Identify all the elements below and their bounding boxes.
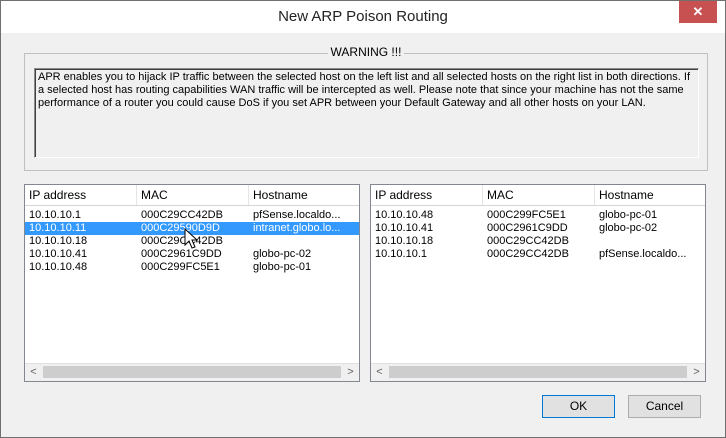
scroll-thumb[interactable] xyxy=(389,366,687,378)
cell-hostname: globo-pc-02 xyxy=(253,248,312,260)
cell-ip: 10.10.10.41 xyxy=(29,248,88,260)
left-horizontal-scrollbar[interactable]: < > xyxy=(25,363,359,381)
cell-ip: 10.10.10.48 xyxy=(29,261,88,273)
scroll-thumb[interactable] xyxy=(43,366,341,378)
right-list-header: IP address MAC Hostname xyxy=(371,185,705,206)
list-item[interactable]: 10.10.10.18 000C29CC42DB xyxy=(371,235,705,248)
ok-button[interactable]: OK xyxy=(542,395,615,418)
column-header-ip[interactable]: IP address xyxy=(25,185,137,205)
right-horizontal-scrollbar[interactable]: < > xyxy=(371,363,705,381)
list-item[interactable]: 10.10.10.48 000C299FC5E1 globo-pc-01 xyxy=(25,261,359,274)
left-host-list[interactable]: IP address MAC Hostname 10.10.10.1 000C2… xyxy=(24,184,360,382)
cell-ip: 10.10.10.41 xyxy=(375,222,434,234)
column-header-hostname[interactable]: Hostname xyxy=(249,185,361,205)
list-item[interactable]: 10.10.10.48 000C299FC5E1 globo-pc-01 xyxy=(371,209,705,222)
warning-legend: WARNING !!! xyxy=(327,45,405,59)
close-icon: ✕ xyxy=(692,4,704,19)
close-button[interactable]: ✕ xyxy=(679,1,717,23)
scroll-left-icon[interactable]: < xyxy=(371,364,388,381)
cell-ip: 10.10.10.11 xyxy=(29,222,87,234)
cell-mac: 000C299FC5E1 xyxy=(141,261,220,273)
cell-mac: 000C29CC42DB xyxy=(487,235,569,247)
right-host-list[interactable]: IP address MAC Hostname 10.10.10.48 000C… xyxy=(370,184,706,382)
cell-hostname: intranet.globo.lo... xyxy=(253,222,341,234)
column-header-hostname[interactable]: Hostname xyxy=(595,185,707,205)
cell-ip: 10.10.10.1 xyxy=(375,248,427,260)
title-bar[interactable]: New ARP Poison Routing ✕ xyxy=(1,1,725,33)
column-header-mac[interactable]: MAC xyxy=(483,185,595,205)
cell-hostname xyxy=(249,235,361,248)
cell-mac: 000C299FC5E1 xyxy=(487,209,566,221)
warning-text: APR enables you to hijack IP traffic bet… xyxy=(34,68,699,158)
column-header-mac[interactable]: MAC xyxy=(137,185,249,205)
list-item[interactable]: 10.10.10.1 000C29CC42DB pfSense.localdo.… xyxy=(25,209,359,222)
cell-ip: 10.10.10.1 xyxy=(29,209,81,221)
cell-hostname: pfSense.localdo... xyxy=(599,248,687,260)
scroll-right-icon[interactable]: > xyxy=(342,364,359,381)
scroll-left-icon[interactable]: < xyxy=(25,364,42,381)
cell-mac: 000C29CC42DB xyxy=(487,248,569,260)
cell-ip: 10.10.10.18 xyxy=(29,235,88,247)
dialog-window: New ARP Poison Routing ✕ WARNING !!! APR… xyxy=(0,0,726,438)
window-title: New ARP Poison Routing xyxy=(278,8,448,25)
cell-hostname: globo-pc-01 xyxy=(253,261,312,273)
warning-groupbox: WARNING !!! APR enables you to hijack IP… xyxy=(24,45,708,171)
cancel-button[interactable]: Cancel xyxy=(628,395,701,418)
column-header-ip[interactable]: IP address xyxy=(371,185,483,205)
left-list-header: IP address MAC Hostname xyxy=(25,185,359,206)
cell-hostname: globo-pc-02 xyxy=(599,222,658,234)
cell-mac: 000C2961C9DD xyxy=(487,222,568,234)
list-item[interactable]: 10.10.10.41 000C2961C9DD globo-pc-02 xyxy=(371,222,705,235)
cell-hostname: pfSense.localdo... xyxy=(253,209,341,221)
list-item[interactable]: 10.10.10.1 000C29CC42DB pfSense.localdo.… xyxy=(371,248,705,261)
cell-hostname: globo-pc-01 xyxy=(599,209,658,221)
scroll-right-icon[interactable]: > xyxy=(688,364,705,381)
mouse-pointer-icon xyxy=(184,228,199,249)
cell-ip: 10.10.10.48 xyxy=(375,209,434,221)
cell-ip: 10.10.10.18 xyxy=(375,235,434,247)
cell-hostname xyxy=(595,235,707,248)
cell-mac: 000C29CC42DB xyxy=(141,209,223,221)
